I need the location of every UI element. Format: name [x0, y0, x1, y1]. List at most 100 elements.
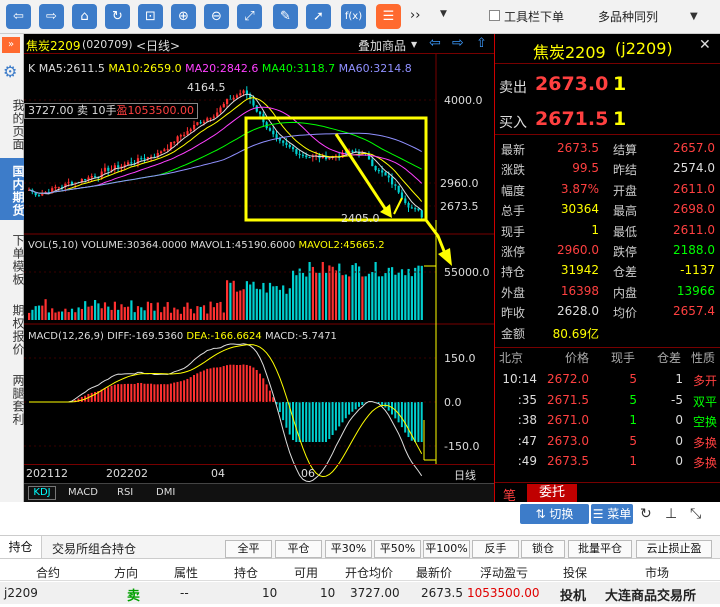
lock-button[interactable]: 锁仓 — [521, 540, 565, 558]
list-icon[interactable]: ☰ — [376, 4, 401, 29]
volume-bar — [394, 274, 397, 320]
macd-bar — [226, 365, 228, 402]
annotation-arrowhead — [438, 248, 452, 266]
volume-bar — [344, 274, 347, 320]
col-open-avg[interactable]: 开仓均价 — [345, 564, 393, 581]
volume-bar — [37, 305, 41, 320]
stat-key: 开盘 — [613, 183, 638, 198]
volume-bar — [361, 276, 364, 320]
candle-body — [216, 112, 219, 117]
multi-dropdown-icon[interactable]: ▼ — [690, 11, 698, 22]
close-button[interactable]: 平仓 — [275, 540, 322, 558]
stat-value: 2574.0 — [673, 161, 715, 176]
formula-icon[interactable]: f(x) — [341, 4, 366, 29]
tab-kdj[interactable]: KDJ — [28, 486, 56, 500]
sidebar-item-arbitrage[interactable]: 两腿套利 — [0, 368, 25, 430]
candle-body — [219, 107, 222, 113]
tab-dmi[interactable]: DMI — [156, 487, 175, 498]
sell-row[interactable]: 卖出 2673.0 1 — [495, 72, 720, 100]
chart-code: (020709) — [82, 38, 133, 51]
kline-chart[interactable]: 焦炭2209 (020709) <日线> 叠加商品 ▼ ⇦ ⇨ ⇧ K MA5:… — [24, 34, 494, 502]
sidebar-item-order-template[interactable]: 下单模板 — [0, 228, 25, 290]
position-label[interactable]: 3727.00 卖 10手盈1053500.00 — [24, 103, 198, 119]
sidebar-item-option-quote[interactable]: 期权报价 — [0, 298, 25, 360]
forward-icon[interactable]: ⇨ — [39, 4, 64, 29]
close-all-button[interactable]: 全平 — [225, 540, 272, 558]
tab-exchange-combo[interactable]: 交易所组合持仓 — [52, 540, 136, 557]
volume-bar — [100, 308, 103, 320]
tab-macd[interactable]: MACD — [68, 487, 98, 498]
stat-key: 现手 — [501, 224, 526, 239]
tools-checkbox[interactable] — [489, 10, 500, 21]
col-hedge[interactable]: 投保 — [563, 564, 587, 581]
cloud-stop-button[interactable]: 云止损止盈 — [636, 540, 712, 558]
candle-body — [235, 95, 239, 98]
col-last[interactable]: 最新价 — [416, 564, 452, 581]
ma60-label: MA60:3214.8 — [338, 62, 412, 75]
refresh-icon[interactable]: ↻ — [105, 4, 130, 29]
col-market[interactable]: 市场 — [645, 564, 669, 581]
col-attr[interactable]: 属性 — [174, 564, 198, 581]
table-row[interactable]: j2209 卖 -- 10 10 3727.00 2673.5 1053500.… — [0, 582, 720, 604]
home-icon[interactable]: ⌂ — [72, 4, 97, 29]
mavol1-label: MAVOL1:45190.6000 — [190, 240, 296, 251]
resize-icon[interactable]: ⤡ — [690, 506, 701, 522]
dropdown-icon[interactable]: ▼ — [440, 9, 447, 19]
col-float-pnl[interactable]: 浮动盈亏 — [480, 564, 528, 581]
macd-bar — [100, 389, 103, 402]
fullscreen-icon[interactable]: ⤢ — [237, 4, 262, 29]
macd-bar — [113, 384, 116, 402]
macd-bar — [242, 364, 245, 402]
pin-icon[interactable]: ⊥ — [665, 506, 677, 522]
volume-bar — [278, 289, 281, 320]
sidebar-item-my-page[interactable]: 我的页面 — [0, 94, 25, 154]
col-position[interactable]: 持仓 — [234, 564, 258, 581]
expand-icon[interactable]: » — [2, 37, 20, 53]
zoom-out-icon[interactable]: ⊖ — [204, 4, 229, 29]
sidebar-item-domestic-futures[interactable]: 国内期货 — [0, 158, 25, 220]
prev-icon[interactable]: ⇦ — [429, 35, 441, 51]
buy-row[interactable]: 买入 2671.5 1 — [495, 107, 720, 135]
zoom-in-icon[interactable]: ⊕ — [171, 4, 196, 29]
gear-icon[interactable]: ⚙ — [3, 62, 17, 81]
refresh-small-icon[interactable]: ↻ — [640, 506, 652, 522]
stat-value: 80.69亿 — [552, 326, 599, 341]
pen-icon[interactable]: ✎ — [273, 4, 298, 29]
switch-button[interactable]: ⇅ 切换 — [520, 504, 589, 524]
reverse-button[interactable]: 反手 — [472, 540, 519, 558]
col-contract[interactable]: 合约 — [36, 564, 60, 581]
row-available: 10 — [320, 586, 336, 600]
close-icon[interactable]: ✕ — [699, 37, 711, 53]
close50-button[interactable]: 平50% — [374, 540, 421, 558]
volume-bar — [64, 308, 67, 320]
batch-close-button[interactable]: 批量平仓 — [568, 540, 632, 558]
tick-qty: 1 — [629, 413, 637, 427]
close30-button[interactable]: 平30% — [325, 540, 372, 558]
crop-icon[interactable]: ⊡ — [138, 4, 163, 29]
cursor-icon[interactable]: ➚ — [306, 4, 331, 29]
tab-rsi[interactable]: RSI — [117, 487, 133, 498]
volume-bar — [34, 306, 37, 320]
up-icon[interactable]: ⇧ — [476, 36, 487, 51]
macd-bar — [196, 373, 199, 402]
overlay-dropdown-icon[interactable]: ▼ — [411, 40, 417, 49]
tab-positions[interactable]: 持仓 — [0, 536, 42, 558]
more-icon[interactable]: ›› — [410, 8, 420, 23]
macd-bar — [265, 384, 268, 402]
col-direction[interactable]: 方向 — [114, 564, 138, 581]
chart-period[interactable]: <日线> — [136, 37, 180, 54]
menu-button[interactable]: ☰ 菜单 — [591, 504, 633, 524]
back-icon[interactable]: ⇦ — [6, 4, 31, 29]
multi-product-label[interactable]: 多品种同列 — [598, 8, 658, 25]
tab-orders[interactable]: 委托 — [527, 484, 577, 502]
close100-button[interactable]: 平100% — [423, 540, 470, 558]
ma5-label: K MA5:2611.5 — [28, 62, 105, 75]
overlay-button[interactable]: 叠加商品 — [358, 37, 406, 54]
tab-ticks[interactable]: 笔 — [503, 485, 516, 502]
col-available[interactable]: 可用 — [294, 564, 318, 581]
stat-key: 跌停 — [613, 245, 638, 259]
volume-bar — [301, 272, 305, 320]
quote-name: 焦炭2209 — [533, 43, 606, 62]
next-icon[interactable]: ⇨ — [452, 35, 464, 51]
quote-header: 焦炭2209 (j2209) ✕ — [495, 34, 720, 64]
